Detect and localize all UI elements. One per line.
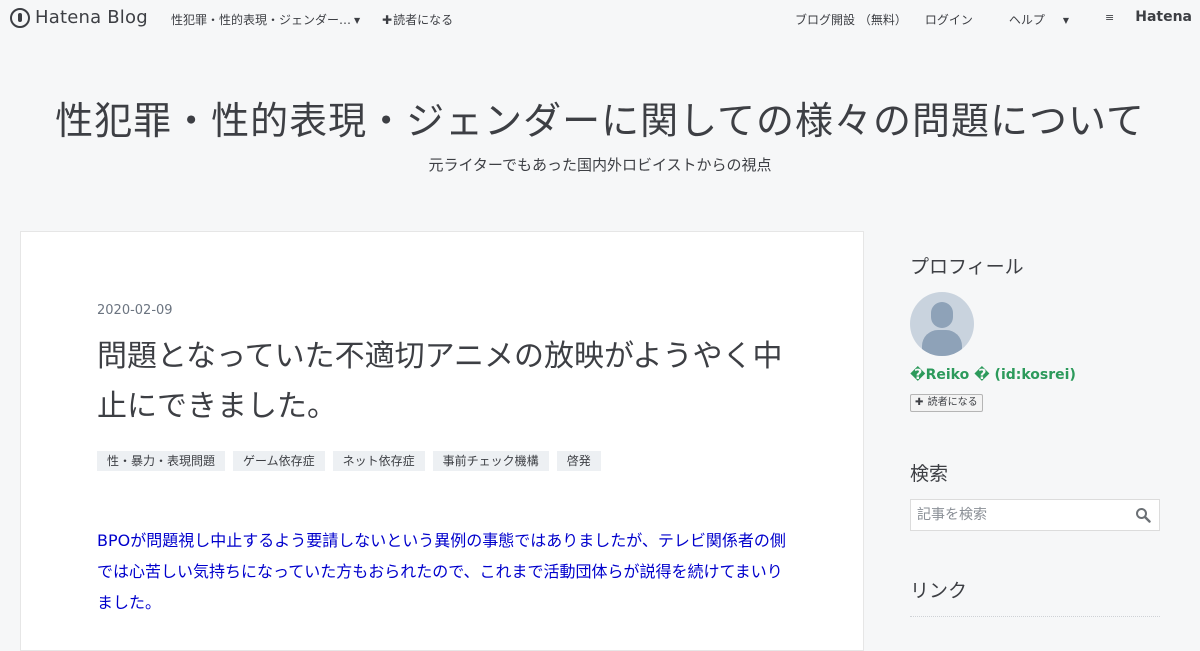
sidebar-subscribe-label: 読者になる — [927, 397, 978, 408]
login-link[interactable]: ログイン — [925, 11, 973, 28]
profile-heading: プロフィール — [910, 256, 1024, 278]
avatar-head — [931, 302, 953, 328]
tag-link[interactable]: ゲーム依存症 — [233, 451, 325, 471]
profile-user-id[interactable]: �Reiko � (id:kosrei) — [910, 367, 1076, 383]
divider — [910, 616, 1160, 617]
entry-date[interactable]: 2020-02-09 — [97, 303, 173, 318]
blog-description: 元ライターでもあった国内外ロビイストからの視点 — [428, 156, 772, 174]
help-menu[interactable]: ヘルプ ▼ — [991, 11, 1069, 28]
blog-menu-label: 性犯罪・性的表現・ジェンダー… — [171, 13, 352, 27]
search-icon[interactable] — [1135, 507, 1151, 523]
link-heading: リンク — [910, 580, 968, 602]
subscribe-label: 読者になる — [393, 13, 454, 27]
start-blog-link[interactable]: ブログ開設 （無料） — [795, 11, 907, 28]
tag-link[interactable]: 事前チェック機構 — [432, 451, 549, 471]
entry-title[interactable]: 問題となっていた不適切アニメの放映がようやく中止にできました。 — [97, 332, 797, 432]
avatar[interactable] — [910, 292, 974, 356]
hatena-logo[interactable]: ≡ Hatena — [1087, 9, 1192, 28]
top-bar: Hatena Blog 性犯罪・性的表現・ジェンダー… ▼ ✚読者になる ブログ開… — [0, 0, 1200, 36]
sidebar-subscribe-button[interactable]: ✚ 読者になる — [910, 394, 983, 412]
hatena-blog-logo[interactable]: Hatena Blog — [10, 7, 148, 28]
blog-title[interactable]: 性犯罪・性的表現・ジェンダーに関しての様々の問題について — [0, 90, 1200, 145]
global-nav: ブログ開設 （無料） ログイン ヘルプ ▼ ≡ Hatena — [777, 9, 1192, 28]
plus-icon: ✚ — [915, 397, 924, 408]
plus-icon: ✚ — [382, 13, 393, 27]
tag-link[interactable]: 啓発 — [556, 451, 601, 471]
hatena-blog-logo-icon — [10, 7, 30, 28]
entry-tags: 性・暴力・表現問題 ゲーム依存症 ネット依存症 事前チェック機構 啓発 — [97, 451, 601, 471]
caret-down-icon: ▼ — [354, 16, 361, 25]
caret-down-icon: ▼ — [1062, 16, 1070, 25]
hatena-logo-icon: ≡ — [1105, 11, 1115, 24]
tag-link[interactable]: ネット依存症 — [332, 451, 425, 471]
entry-body: BPOが問題視し中止するよう要請しないという異例の事態ではありましたが、テレビ関… — [97, 531, 786, 612]
hatena-logo-text: Hatena — [1135, 9, 1192, 25]
subscribe-link[interactable]: ✚読者になる — [382, 11, 453, 28]
help-label: ヘルプ — [1008, 13, 1045, 27]
avatar-body — [922, 330, 962, 356]
tag-link[interactable]: 性・暴力・表現問題 — [97, 451, 226, 471]
search-input[interactable] — [911, 500, 1126, 530]
blog-menu-dropdown[interactable]: 性犯罪・性的表現・ジェンダー… ▼ — [171, 11, 360, 28]
search-heading: 検索 — [910, 463, 949, 485]
entry-card: 2020-02-09 問題となっていた不適切アニメの放映がようやく中止にできまし… — [20, 231, 864, 651]
search-box — [910, 499, 1160, 531]
brand-text: Hatena Blog — [35, 7, 148, 28]
